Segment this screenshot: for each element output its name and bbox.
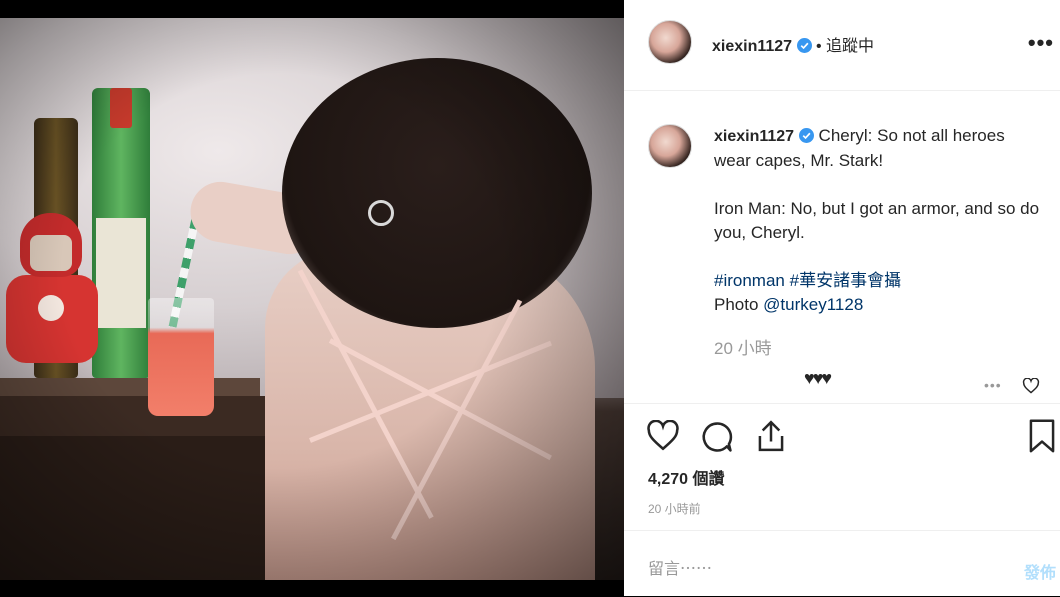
comment-like-heart-icon[interactable] bbox=[1022, 377, 1042, 396]
mention-link[interactable]: @turkey1128 bbox=[763, 295, 863, 314]
comment-icon[interactable] bbox=[700, 420, 734, 459]
follow-status-button[interactable]: 追蹤中 bbox=[826, 38, 874, 55]
hashtag-link[interactable]: #ironman bbox=[714, 271, 785, 290]
header-separator: • bbox=[815, 38, 822, 55]
bookmark-icon[interactable] bbox=[1028, 418, 1056, 459]
post-caption: xiexin1127 Cheryl: So not all heroes wea… bbox=[714, 124, 1044, 317]
avatar[interactable] bbox=[648, 20, 692, 64]
caption-timestamp: 20 小時 bbox=[714, 339, 772, 358]
verified-badge-icon bbox=[798, 126, 814, 143]
comment-hearts: ♥♥♥ bbox=[804, 368, 832, 388]
caption-avatar[interactable] bbox=[648, 124, 692, 168]
photo-vignette bbox=[0, 18, 624, 580]
comment-bar: 發佈 bbox=[624, 530, 1060, 597]
comment-more-icon[interactable]: ••• bbox=[984, 377, 1002, 393]
post-header: xiexin1127 • 追蹤中 ••• bbox=[624, 0, 1060, 91]
post-photo[interactable] bbox=[0, 18, 624, 580]
heart-icon[interactable] bbox=[646, 419, 680, 457]
share-icon[interactable] bbox=[754, 418, 788, 459]
post-comment-button[interactable]: 發佈 bbox=[1024, 559, 1056, 583]
header-user-line: xiexin1127 • 追蹤中 bbox=[712, 32, 874, 56]
comment-input[interactable] bbox=[646, 557, 970, 583]
header-username[interactable]: xiexin1127 bbox=[712, 38, 792, 55]
caption-username[interactable]: xiexin1127 bbox=[714, 128, 794, 145]
post-timestamp[interactable]: 20 小時前 bbox=[648, 500, 701, 517]
like-count[interactable]: 4,270 個讚 bbox=[648, 465, 725, 489]
photo-credit-prefix: Photo bbox=[714, 295, 759, 314]
more-options-icon[interactable]: ••• bbox=[1028, 30, 1054, 56]
caption-line-2: Iron Man: No, but I got an armor, and so… bbox=[714, 199, 1040, 242]
hashtag-link[interactable]: #華安諸事會攝 bbox=[790, 271, 901, 290]
post-sidebar: xiexin1127 • 追蹤中 ••• xiexin1127 Cheryl: … bbox=[624, 0, 1060, 596]
verified-badge-icon bbox=[796, 38, 812, 53]
